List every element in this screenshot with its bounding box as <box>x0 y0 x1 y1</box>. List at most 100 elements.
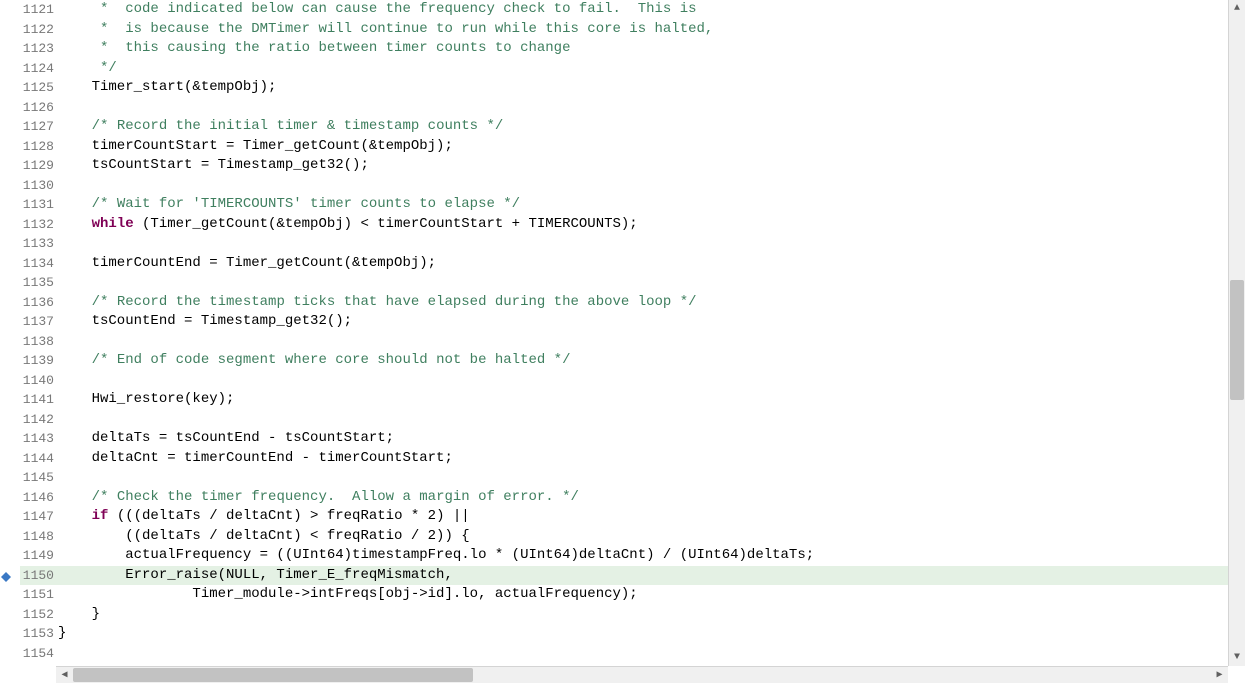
code-line[interactable]: 1124 */ <box>0 59 1245 79</box>
gutter-marker[interactable] <box>0 410 20 430</box>
code-line[interactable]: 1123 * this causing the ratio between ti… <box>0 39 1245 59</box>
code-text[interactable] <box>56 332 1245 352</box>
lines-container[interactable]: 1121 * code indicated below can cause th… <box>0 0 1245 666</box>
code-line[interactable]: 1133 <box>0 234 1245 254</box>
code-line[interactable]: 1141 Hwi_restore(key); <box>0 390 1245 410</box>
code-text[interactable]: tsCountStart = Timestamp_get32(); <box>56 156 1245 176</box>
code-line[interactable]: 1126 <box>0 98 1245 118</box>
gutter-marker[interactable] <box>0 20 20 40</box>
gutter-marker[interactable] <box>0 585 20 605</box>
code-line[interactable]: 1149 actualFrequency = ((UInt64)timestam… <box>0 546 1245 566</box>
code-text[interactable]: deltaTs = tsCountEnd - tsCountStart; <box>56 429 1245 449</box>
gutter-marker[interactable] <box>0 644 20 664</box>
code-line[interactable]: 1154 <box>0 644 1245 664</box>
scroll-up-arrow[interactable]: ▲ <box>1229 0 1245 17</box>
code-line[interactable]: 1127 /* Record the initial timer & times… <box>0 117 1245 137</box>
gutter-marker[interactable] <box>0 351 20 371</box>
code-text[interactable] <box>56 176 1245 196</box>
gutter-marker[interactable] <box>0 371 20 391</box>
code-line[interactable]: 1150 Error_raise(NULL, Timer_E_freqMisma… <box>0 566 1245 586</box>
code-text[interactable] <box>56 371 1245 391</box>
code-line[interactable]: 1128 timerCountStart = Timer_getCount(&t… <box>0 137 1245 157</box>
code-text[interactable]: } <box>56 605 1245 625</box>
code-text[interactable]: deltaCnt = timerCountEnd - timerCountSta… <box>56 449 1245 469</box>
gutter-marker[interactable] <box>0 176 20 196</box>
code-editor[interactable]: 1121 * code indicated below can cause th… <box>0 0 1245 683</box>
gutter-marker[interactable] <box>0 39 20 59</box>
scroll-right-arrow[interactable]: ▶ <box>1211 667 1228 683</box>
code-text[interactable]: /* Wait for 'TIMERCOUNTS' timer counts t… <box>56 195 1245 215</box>
code-line[interactable]: 1151 Timer_module->intFreqs[obj->id].lo,… <box>0 585 1245 605</box>
vertical-scrollbar[interactable]: ▲ ▼ <box>1228 0 1245 666</box>
gutter-marker[interactable] <box>0 234 20 254</box>
code-line[interactable]: 1136 /* Record the timestamp ticks that … <box>0 293 1245 313</box>
gutter-marker[interactable] <box>0 312 20 332</box>
code-line[interactable]: 1144 deltaCnt = timerCountEnd - timerCou… <box>0 449 1245 469</box>
gutter-marker[interactable] <box>0 195 20 215</box>
code-text[interactable]: timerCountStart = Timer_getCount(&tempOb… <box>56 137 1245 157</box>
gutter-marker[interactable] <box>0 117 20 137</box>
gutter-marker[interactable] <box>0 429 20 449</box>
code-text[interactable] <box>56 234 1245 254</box>
horizontal-scrollbar[interactable]: ◀ ▶ <box>56 666 1228 683</box>
code-line[interactable]: 1129 tsCountStart = Timestamp_get32(); <box>0 156 1245 176</box>
gutter-marker[interactable] <box>0 293 20 313</box>
code-text[interactable]: actualFrequency = ((UInt64)timestampFreq… <box>56 546 1245 566</box>
gutter-marker[interactable] <box>0 527 20 547</box>
code-text[interactable]: * is because the DMTimer will continue t… <box>56 20 1245 40</box>
code-text[interactable] <box>56 98 1245 118</box>
gutter-marker[interactable] <box>0 449 20 469</box>
code-line[interactable]: 1125 Timer_start(&tempObj); <box>0 78 1245 98</box>
code-line[interactable]: 1122 * is because the DMTimer will conti… <box>0 20 1245 40</box>
code-text[interactable] <box>56 273 1245 293</box>
code-line[interactable]: 1152 } <box>0 605 1245 625</box>
code-text[interactable]: /* Check the timer frequency. Allow a ma… <box>56 488 1245 508</box>
code-text[interactable]: * code indicated below can cause the fre… <box>56 0 1245 20</box>
code-line[interactable]: 1137 tsCountEnd = Timestamp_get32(); <box>0 312 1245 332</box>
code-text[interactable]: Timer_start(&tempObj); <box>56 78 1245 98</box>
gutter-marker[interactable] <box>0 98 20 118</box>
code-line[interactable]: 1132 while (Timer_getCount(&tempObj) < t… <box>0 215 1245 235</box>
code-line[interactable]: 1131 /* Wait for 'TIMERCOUNTS' timer cou… <box>0 195 1245 215</box>
scroll-down-arrow[interactable]: ▼ <box>1229 649 1245 666</box>
code-line[interactable]: 1130 <box>0 176 1245 196</box>
gutter-marker[interactable] <box>0 332 20 352</box>
code-text[interactable]: Hwi_restore(key); <box>56 390 1245 410</box>
code-text[interactable]: timerCountEnd = Timer_getCount(&tempObj)… <box>56 254 1245 274</box>
gutter-marker[interactable] <box>0 566 20 586</box>
code-text[interactable]: if (((deltaTs / deltaCnt) > freqRatio * … <box>56 507 1245 527</box>
code-line[interactable]: 1140 <box>0 371 1245 391</box>
code-text[interactable]: * this causing the ratio between timer c… <box>56 39 1245 59</box>
code-text[interactable]: while (Timer_getCount(&tempObj) < timerC… <box>56 215 1245 235</box>
code-text[interactable]: */ <box>56 59 1245 79</box>
code-line[interactable]: 1139 /* End of code segment where core s… <box>0 351 1245 371</box>
code-line[interactable]: 1135 <box>0 273 1245 293</box>
code-text[interactable]: ((deltaTs / deltaCnt) < freqRatio / 2)) … <box>56 527 1245 547</box>
code-text[interactable]: Error_raise(NULL, Timer_E_freqMismatch, <box>56 566 1245 586</box>
code-line[interactable]: 1148 ((deltaTs / deltaCnt) < freqRatio /… <box>0 527 1245 547</box>
gutter-marker[interactable] <box>0 273 20 293</box>
code-line[interactable]: 1146 /* Check the timer frequency. Allow… <box>0 488 1245 508</box>
gutter-marker[interactable] <box>0 390 20 410</box>
code-line[interactable]: 1121 * code indicated below can cause th… <box>0 0 1245 20</box>
scroll-left-arrow[interactable]: ◀ <box>56 667 73 683</box>
gutter-marker[interactable] <box>0 215 20 235</box>
gutter-marker[interactable] <box>0 137 20 157</box>
gutter-marker[interactable] <box>0 488 20 508</box>
code-line[interactable]: 1147 if (((deltaTs / deltaCnt) > freqRat… <box>0 507 1245 527</box>
gutter-marker[interactable] <box>0 156 20 176</box>
gutter-marker[interactable] <box>0 605 20 625</box>
code-text[interactable]: Timer_module->intFreqs[obj->id].lo, actu… <box>56 585 1245 605</box>
gutter-marker[interactable] <box>0 254 20 274</box>
code-line[interactable]: 1143 deltaTs = tsCountEnd - tsCountStart… <box>0 429 1245 449</box>
gutter-marker[interactable] <box>0 468 20 488</box>
code-line[interactable]: 1138 <box>0 332 1245 352</box>
code-text[interactable]: /* Record the timestamp ticks that have … <box>56 293 1245 313</box>
code-text[interactable]: /* End of code segment where core should… <box>56 351 1245 371</box>
code-text[interactable] <box>56 410 1245 430</box>
code-line[interactable]: 1145 <box>0 468 1245 488</box>
gutter-marker[interactable] <box>0 78 20 98</box>
code-line[interactable]: 1153} <box>0 624 1245 644</box>
gutter-marker[interactable] <box>0 546 20 566</box>
gutter-marker[interactable] <box>0 59 20 79</box>
